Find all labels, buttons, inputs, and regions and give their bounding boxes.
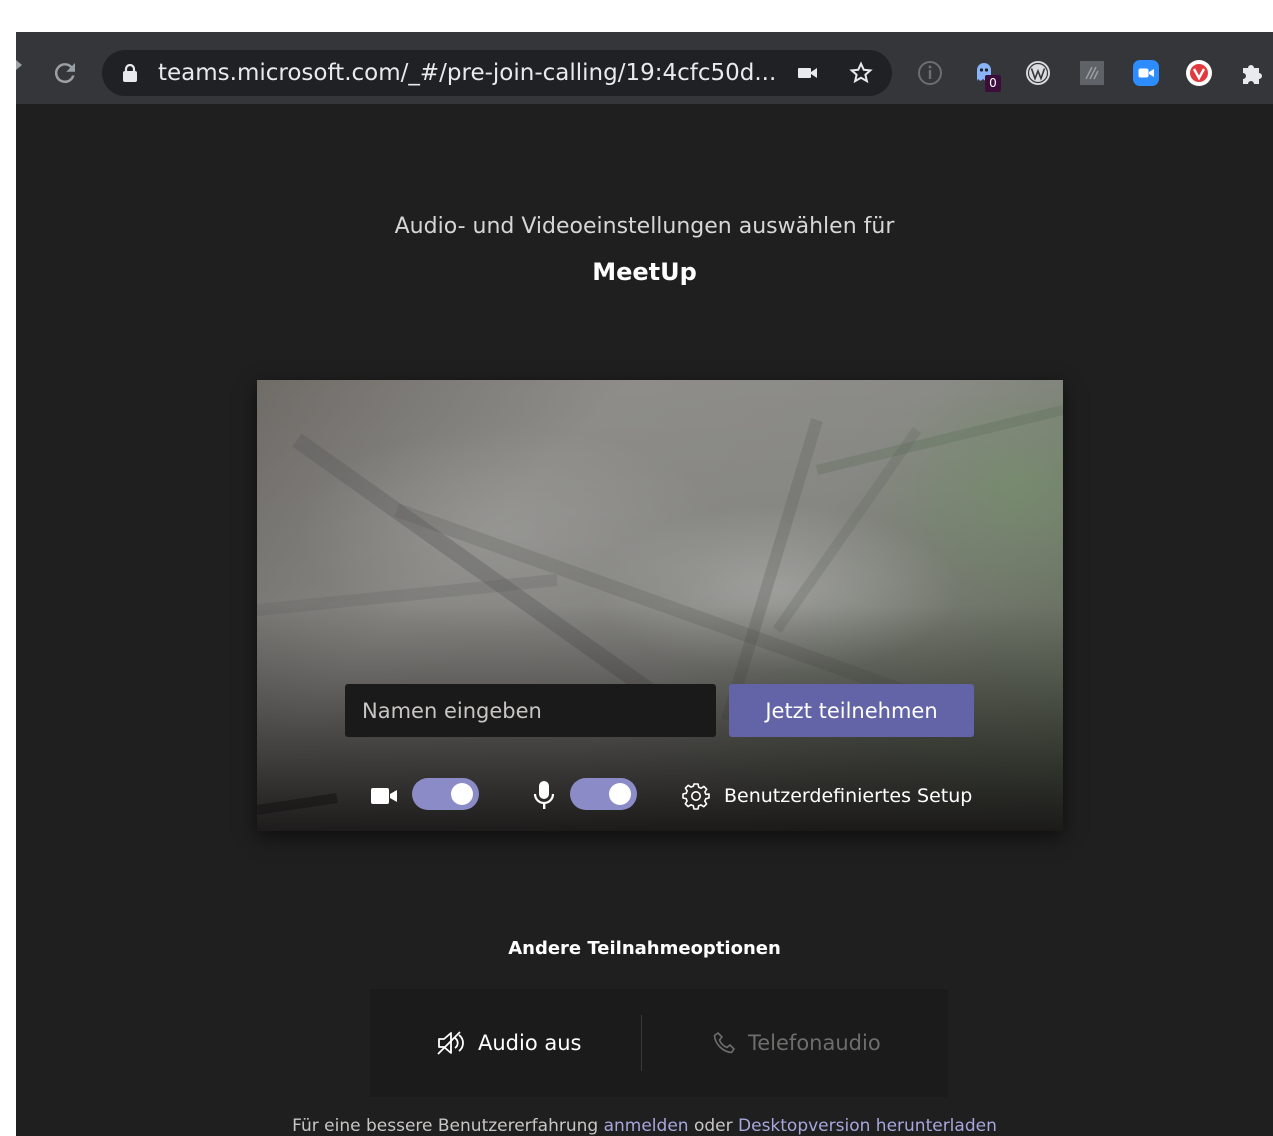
lock-icon[interactable] [122,64,138,82]
phone-icon [713,1032,735,1054]
gear-icon [682,783,710,810]
microphone-toggle[interactable] [570,778,637,810]
other-options-heading: Andere Teilnahmeoptionen [508,938,781,959]
audio-off-label: Audio aus [478,1031,582,1055]
audio-off-option[interactable]: Audio aus [370,989,642,1097]
settings-subtitle: Audio- und Videoeinstellungen auswählen … [394,214,895,239]
footer-text: Für eine bessere Benutzererfahrung anmel… [16,1116,1273,1136]
address-url[interactable]: teams.microsoft.com/_#/pre-join-calling/… [158,50,776,96]
footer-prefix: Für eine bessere Benutzererfahrung [292,1116,604,1136]
camera-toggle-knob [451,783,473,805]
info-extension-icon[interactable] [916,59,944,87]
scribble-extension-icon[interactable] [1078,59,1106,87]
address-bar[interactable]: teams.microsoft.com/_#/pre-join-calling/… [102,50,892,96]
wordpress-extension-icon[interactable] [1024,59,1052,87]
bookmark-star-icon[interactable] [849,61,873,85]
vivaldi-extension-icon[interactable] [1185,59,1213,87]
name-input[interactable] [345,684,716,737]
microphone-toggle-knob [609,783,631,805]
browser-toolbar: teams.microsoft.com/_#/pre-join-calling/… [16,32,1273,104]
join-now-button[interactable]: Jetzt teilnehmen [729,684,974,737]
microphone-icon [533,781,555,809]
extension-badge: 0 [985,75,1001,92]
browser-window: teams.microsoft.com/_#/pre-join-calling/… [16,32,1273,1136]
custom-setup-label: Benutzerdefiniertes Setup [724,785,973,807]
camera-icon [371,788,397,804]
footer-middle: oder [688,1116,739,1136]
signin-link[interactable]: anmelden [604,1116,689,1136]
other-options-panel: Audio aus Telefonaudio [370,989,948,1097]
speaker-muted-icon [437,1031,464,1055]
phone-audio-option[interactable]: Telefonaudio [642,989,914,1097]
video-preview: Jetzt teilnehmen Benutzerdefiniertes Set… [257,380,1063,831]
phone-audio-label: Telefonaudio [748,1031,881,1055]
camera-in-use-icon[interactable] [796,61,820,85]
meeting-title: MeetUp [592,258,697,286]
reload-icon[interactable] [50,58,80,88]
preview-gradient [257,380,1063,831]
download-desktop-link[interactable]: Desktopversion herunterladen [738,1116,997,1136]
ghostery-extension-icon[interactable]: 0 [971,59,1001,92]
forward-icon[interactable] [16,60,22,70]
zoom-extension-icon[interactable] [1132,59,1160,87]
camera-toggle[interactable] [412,778,479,810]
extensions-puzzle-icon[interactable] [1238,59,1266,87]
